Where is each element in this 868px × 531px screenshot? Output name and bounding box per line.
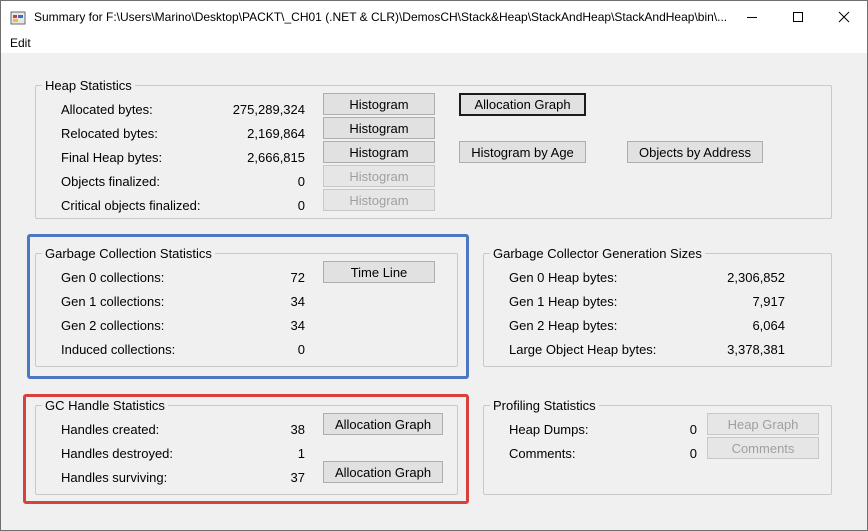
allocated-bytes-value: 275,289,324: [232, 102, 305, 117]
gen2-heap-bytes-value: 6,064: [752, 318, 785, 333]
handles-created-allocation-graph-button[interactable]: Allocation Graph: [323, 413, 443, 435]
final-heap-bytes-label: Final Heap bytes:: [61, 150, 163, 165]
histogram-relocated-button[interactable]: Histogram: [323, 117, 435, 139]
final-heap-bytes-value: 2,666,815: [247, 150, 305, 165]
handles-destroyed-value: 1: [297, 446, 305, 461]
summary-window: Summary for F:\Users\Marino\Desktop\PACK…: [0, 0, 868, 531]
gen1-heap-bytes-value: 7,917: [752, 294, 785, 309]
close-button[interactable]: [821, 1, 867, 33]
allocated-bytes-label: Allocated bytes:: [61, 102, 153, 117]
generation-sizes-title: Garbage Collector Generation Sizes: [490, 246, 705, 261]
heap-graph-button[interactable]: Heap Graph: [707, 413, 819, 435]
induced-collections-label: Induced collections:: [61, 342, 176, 357]
gen0-heap-bytes-value: 2,306,852: [727, 270, 785, 285]
gen0-heap-bytes-label: Gen 0 Heap bytes:: [509, 270, 618, 285]
objects-finalized-value: 0: [297, 174, 305, 189]
large-object-heap-bytes-value: 3,378,381: [727, 342, 785, 357]
histogram-finalized-button[interactable]: Histogram: [323, 165, 435, 187]
heap-statistics-title: Heap Statistics: [42, 78, 135, 93]
menu-edit[interactable]: Edit: [10, 36, 31, 50]
time-line-button[interactable]: Time Line: [323, 261, 435, 283]
gen2-heap-bytes-label: Gen 2 Heap bytes:: [509, 318, 618, 333]
minimize-button[interactable]: [729, 1, 775, 33]
histogram-allocated-button[interactable]: Histogram: [323, 93, 435, 115]
heap-dumps-label: Heap Dumps:: [509, 422, 589, 437]
profiling-statistics-title: Profiling Statistics: [490, 398, 599, 413]
maximize-icon: [793, 12, 803, 22]
induced-collections-value: 0: [297, 342, 305, 357]
gen1-collections-label: Gen 1 collections:: [61, 294, 165, 309]
window-title: Summary for F:\Users\Marino\Desktop\PACK…: [34, 10, 728, 24]
handles-surviving-allocation-graph-button[interactable]: Allocation Graph: [323, 461, 443, 483]
relocated-bytes-label: Relocated bytes:: [61, 126, 158, 141]
critical-objects-finalized-label: Critical objects finalized:: [61, 198, 201, 213]
handles-created-label: Handles created:: [61, 422, 160, 437]
relocated-bytes-value: 2,169,864: [247, 126, 305, 141]
histogram-critical-button[interactable]: Histogram: [323, 189, 435, 211]
gc-handles-title: GC Handle Statistics: [42, 398, 168, 413]
handles-surviving-label: Handles surviving:: [61, 470, 168, 485]
objects-by-address-button[interactable]: Objects by Address: [627, 141, 763, 163]
app-icon: [10, 11, 26, 25]
handles-destroyed-label: Handles destroyed:: [61, 446, 174, 461]
gen0-collections-label: Gen 0 collections:: [61, 270, 165, 285]
handles-surviving-value: 37: [290, 470, 305, 485]
gen1-heap-bytes-label: Gen 1 Heap bytes:: [509, 294, 618, 309]
gen0-collections-value: 72: [290, 270, 305, 285]
menu-bar: Edit: [1, 33, 867, 53]
histogram-final-heap-button[interactable]: Histogram: [323, 141, 435, 163]
maximize-button[interactable]: [775, 1, 821, 33]
gen1-collections-value: 34: [290, 294, 305, 309]
comments-label: Comments:: [509, 446, 576, 461]
large-object-heap-bytes-label: Large Object Heap bytes:: [509, 342, 657, 357]
histogram-by-age-button[interactable]: Histogram by Age: [459, 141, 586, 163]
gen2-collections-value: 34: [290, 318, 305, 333]
gen2-collections-label: Gen 2 collections:: [61, 318, 165, 333]
heap-allocation-graph-button[interactable]: Allocation Graph: [459, 93, 586, 116]
title-bar[interactable]: Summary for F:\Users\Marino\Desktop\PACK…: [1, 1, 867, 33]
handles-created-value: 38: [290, 422, 305, 437]
objects-finalized-label: Objects finalized:: [61, 174, 160, 189]
close-icon: [838, 11, 850, 23]
comments-value: 0: [689, 446, 697, 461]
minimize-icon: [747, 17, 757, 18]
gc-statistics-title: Garbage Collection Statistics: [42, 246, 215, 261]
comments-button[interactable]: Comments: [707, 437, 819, 459]
heap-dumps-value: 0: [689, 422, 697, 437]
critical-objects-finalized-value: 0: [297, 198, 305, 213]
